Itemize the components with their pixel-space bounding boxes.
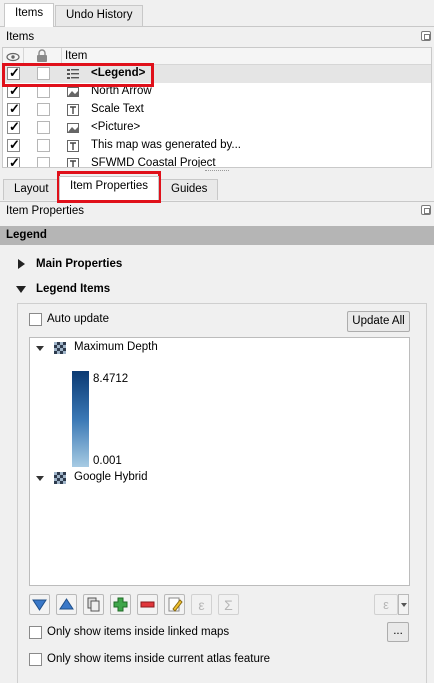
tab-layout[interactable]: Layout xyxy=(3,179,60,200)
text-icon xyxy=(67,158,79,167)
item-label: This map was generated by... xyxy=(91,139,241,151)
tab-item-properties[interactable]: Item Properties xyxy=(59,176,159,200)
top-tab-bar: Items Undo History xyxy=(0,0,434,27)
expand-icon xyxy=(18,259,25,269)
epsilon-icon: ε xyxy=(198,597,205,613)
tree-item-maximum-depth[interactable]: Maximum Depth xyxy=(74,341,158,353)
color-ramp xyxy=(72,371,89,467)
lock-checkbox[interactable] xyxy=(37,121,50,134)
items-panel-title: Items xyxy=(6,31,35,43)
edit-item-button[interactable] xyxy=(164,594,185,615)
ramp-min-label: 0.001 xyxy=(93,455,122,467)
tab-items[interactable]: Items xyxy=(4,3,55,27)
visibility-checkbox[interactable] xyxy=(7,155,20,167)
count-button[interactable]: Σ xyxy=(218,594,239,615)
chevron-down-icon xyxy=(401,603,407,607)
minus-icon xyxy=(140,601,155,608)
item-label: Scale Text xyxy=(91,103,144,115)
atlas-feature-label: Only show items inside current atlas fea… xyxy=(47,653,271,665)
auto-update-label: Auto update xyxy=(47,313,110,325)
pencil-icon xyxy=(168,597,183,612)
add-group-button[interactable] xyxy=(83,594,104,615)
raster-layer-icon xyxy=(54,342,66,354)
item-row-picture[interactable]: <Picture> xyxy=(3,119,431,137)
item-column-header[interactable]: Item xyxy=(65,50,87,62)
item-row-title-text[interactable]: SFWMD Coastal Project xyxy=(3,155,431,168)
properties-tab-bar: Layout Item Properties Guides xyxy=(0,176,434,202)
move-down-button[interactable] xyxy=(29,594,50,615)
visibility-checkbox[interactable] xyxy=(7,119,20,135)
raster-layer-icon xyxy=(54,472,66,484)
atlas-feature-checkbox[interactable] xyxy=(29,653,42,666)
highlight-legend-row xyxy=(2,63,154,87)
add-item-button[interactable] xyxy=(110,594,131,615)
text-icon xyxy=(67,140,79,152)
tab-undo-history[interactable]: Undo History xyxy=(55,5,144,26)
expression-menu-button[interactable]: ε xyxy=(374,594,398,615)
splitter-handle[interactable] xyxy=(205,170,229,173)
expression-button[interactable]: ε xyxy=(191,594,212,615)
eye-icon xyxy=(6,52,20,62)
item-row-generated-text[interactable]: This map was generated by... xyxy=(3,137,431,155)
plus-icon xyxy=(113,597,128,612)
item-label: <Picture> xyxy=(91,121,141,133)
undock-icon[interactable] xyxy=(421,205,431,215)
arrow-up-icon xyxy=(59,598,74,610)
epsilon-icon: ε xyxy=(383,597,389,612)
sigma-icon: Σ xyxy=(224,597,233,613)
linked-maps-more-button[interactable]: ... xyxy=(387,622,409,642)
ramp-max-label: 8.4712 xyxy=(93,373,129,385)
collapse-icon[interactable] xyxy=(36,476,44,481)
main-properties-label: Main Properties xyxy=(36,258,123,270)
tab-divider xyxy=(0,26,434,27)
collapse-icon xyxy=(16,286,26,293)
arrow-down-icon xyxy=(32,599,47,611)
collapse-icon[interactable] xyxy=(36,346,44,351)
tree-item-google-hybrid[interactable]: Google Hybrid xyxy=(74,471,148,483)
linked-maps-label: Only show items inside linked maps xyxy=(47,626,230,638)
lock-checkbox[interactable] xyxy=(37,157,50,167)
text-icon xyxy=(67,104,79,116)
item-properties-title: Item Properties xyxy=(6,205,84,217)
visibility-checkbox[interactable] xyxy=(7,101,20,117)
lock-checkbox[interactable] xyxy=(37,103,50,116)
lock-checkbox[interactable] xyxy=(37,139,50,152)
legend-items-label: Legend Items xyxy=(36,283,111,295)
item-label: SFWMD Coastal Project xyxy=(91,157,216,168)
visibility-checkbox[interactable] xyxy=(7,137,20,153)
remove-item-button[interactable] xyxy=(137,594,158,615)
auto-update-checkbox[interactable] xyxy=(29,313,42,326)
group-icon xyxy=(87,597,100,612)
undock-icon[interactable] xyxy=(421,31,431,41)
picture-icon xyxy=(67,87,79,97)
legend-panel-header: Legend xyxy=(0,226,434,245)
expression-dropdown-arrow[interactable] xyxy=(398,594,409,615)
tab-guides[interactable]: Guides xyxy=(160,179,219,200)
picture-icon xyxy=(67,123,79,133)
item-row-scale-text[interactable]: Scale Text xyxy=(3,101,431,119)
update-all-button[interactable]: Update All xyxy=(347,311,410,332)
linked-maps-checkbox[interactable] xyxy=(29,626,42,639)
lock-icon xyxy=(37,49,47,62)
move-up-button[interactable] xyxy=(56,594,77,615)
